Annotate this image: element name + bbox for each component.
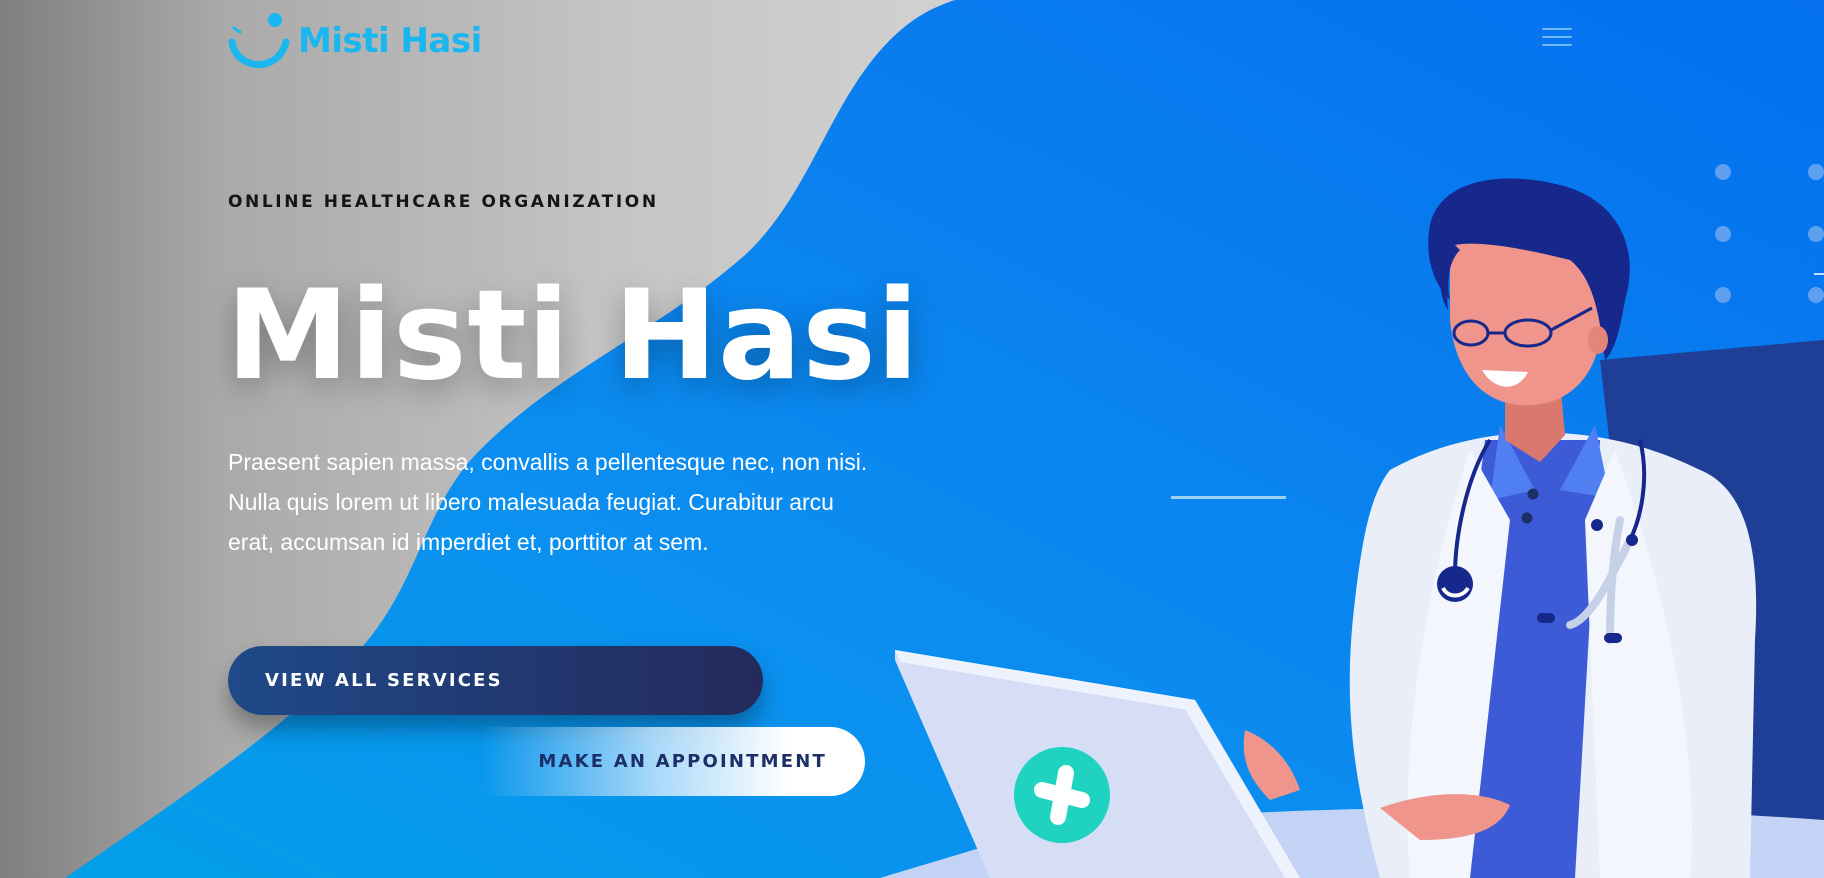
hero-title: Misti Hasi [226,264,920,408]
hero-intro-text: Praesent sapien massa, convallis a pelle… [228,449,868,555]
brand-name: Misti Hasi [298,21,482,61]
hamburger-menu-icon[interactable] [1542,28,1572,50]
hero-section: Misti Hasi ONLINE HEALTHCARE ORGANIZATIO… [0,0,1824,878]
smile-logo-icon [228,13,290,68]
doctor-with-laptop-illustration [880,178,1824,878]
brand-logo[interactable]: Misti Hasi [228,12,482,68]
view-all-services-button[interactable]: VIEW ALL SERVICES [228,646,763,715]
hero-eyebrow: ONLINE HEALTHCARE ORGANIZATION [228,192,659,212]
make-appointment-button[interactable]: MAKE AN APPOINTMENT [480,727,865,796]
